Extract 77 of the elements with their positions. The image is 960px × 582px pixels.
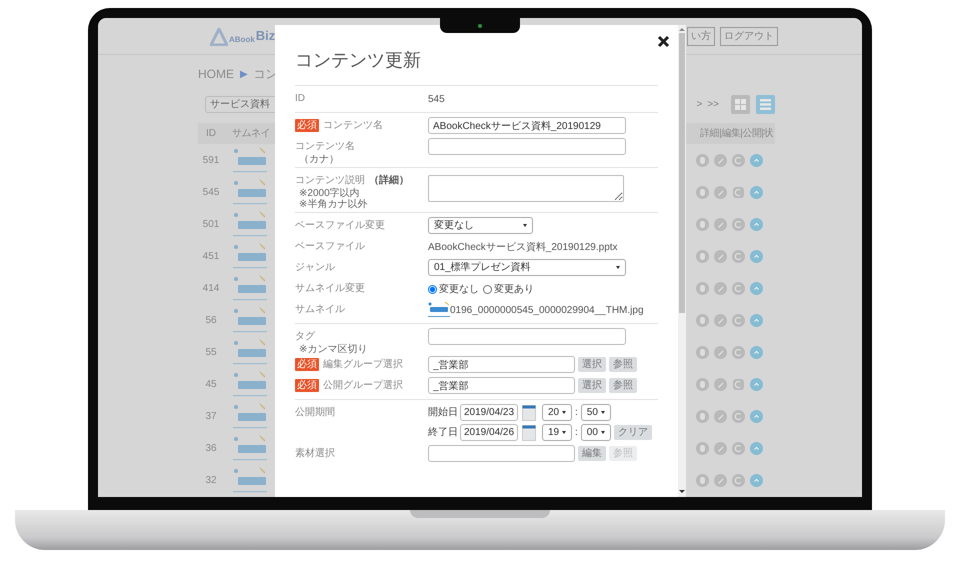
logo-text: Biz bbox=[256, 27, 276, 46]
time-separator: : bbox=[575, 406, 578, 420]
minute-select[interactable]: 00 bbox=[580, 424, 611, 441]
field-label: 公開期間 bbox=[295, 406, 335, 420]
header-button[interactable]: ログアウト bbox=[720, 26, 778, 46]
small-button[interactable]: 編集 bbox=[578, 446, 606, 461]
label-suffix: （詳細） bbox=[369, 174, 409, 188]
field-label: コンテンツ説明 bbox=[295, 174, 365, 188]
breadcrumb-separator: ▶ bbox=[240, 68, 248, 82]
field-label: 公開グループ選択 bbox=[323, 378, 403, 393]
pager-link[interactable]: > bbox=[696, 96, 702, 112]
radio-label: 変更なし bbox=[439, 282, 479, 297]
field-note: ※2000字以内 bbox=[298, 188, 361, 199]
date-label: 開始日 bbox=[428, 406, 458, 420]
field-note: ※カンマ区切り bbox=[298, 344, 368, 355]
clear-button[interactable]: クリア bbox=[614, 425, 652, 440]
select-value: 50 bbox=[586, 406, 598, 420]
time-separator: : bbox=[575, 426, 578, 440]
text-field[interactable]: _営業部 bbox=[428, 377, 575, 394]
column-header: 詳細|編集|公開|状 bbox=[700, 126, 773, 141]
column-header: ID bbox=[205, 127, 217, 141]
select-value: 20 bbox=[548, 406, 560, 420]
field-label: 編集グループ選択 bbox=[323, 358, 403, 372]
field-label: サムネイル変更 bbox=[295, 282, 365, 296]
field-value: 545 bbox=[428, 93, 446, 107]
small-button[interactable]: 参照 bbox=[609, 357, 637, 372]
id-cell-text: 36 bbox=[204, 442, 218, 456]
small-button[interactable]: 選択 bbox=[578, 378, 606, 393]
field-label: タグ bbox=[295, 330, 315, 344]
pager-link[interactable]: >> bbox=[707, 96, 719, 112]
date-field[interactable]: 2019/04/23 bbox=[460, 404, 518, 421]
date-field[interactable]: 2019/04/26 bbox=[460, 424, 518, 441]
required-badge: 必須 bbox=[295, 379, 319, 392]
id-cell-text: 55 bbox=[204, 346, 218, 360]
file-name: 0196_0000000545_0000029904__THM.jpg bbox=[450, 304, 644, 318]
select-field[interactable]: 01_標準プレゼン資料 bbox=[428, 259, 626, 276]
logo-mark: ABook bbox=[229, 34, 255, 46]
date-label: 終了日 bbox=[428, 426, 458, 440]
id-cell-text: 591 bbox=[202, 154, 220, 168]
field-label: ジャンル bbox=[295, 261, 335, 275]
select-field[interactable]: 変更なし bbox=[428, 217, 533, 234]
required-badge: 必須 bbox=[295, 119, 319, 132]
breadcrumb-link[interactable]: HOME bbox=[198, 65, 234, 83]
small-button[interactable]: 選択 bbox=[578, 357, 606, 372]
modal-title: コンテンツ更新 bbox=[295, 49, 422, 71]
id-cell-text: 501 bbox=[202, 218, 220, 232]
id-cell-text: 45 bbox=[204, 378, 218, 392]
select-value: 変更なし bbox=[434, 218, 474, 233]
small-button[interactable]: 参照 bbox=[609, 378, 637, 393]
id-cell-text: 56 bbox=[204, 314, 218, 328]
field-label: コンテンツ名 bbox=[323, 119, 383, 133]
field-label: ベースファイル変更 bbox=[295, 218, 385, 233]
field-note: （カナ） bbox=[298, 154, 340, 165]
field-note: ※半角カナ以外 bbox=[298, 199, 368, 210]
id-cell-text: 414 bbox=[202, 282, 220, 296]
text-field[interactable]: ABookCheckサービス資料_20190129 bbox=[428, 117, 626, 134]
hour-select[interactable]: 20 bbox=[542, 404, 572, 421]
id-cell-text: 545 bbox=[202, 186, 220, 200]
field-label: ID bbox=[295, 92, 305, 106]
field-value: ABookCheckサービス資料_20190129.pptx bbox=[428, 240, 619, 255]
id-cell-text: 32 bbox=[204, 474, 218, 488]
field-label: 素材選択 bbox=[295, 446, 335, 461]
id-cell-text: 37 bbox=[204, 410, 218, 424]
id-cell-text: 451 bbox=[202, 250, 220, 264]
hour-select[interactable]: 19 bbox=[542, 424, 572, 441]
radio-label: 変更あり bbox=[494, 282, 534, 297]
minute-select[interactable]: 50 bbox=[580, 404, 611, 421]
required-badge: 必須 bbox=[295, 358, 319, 371]
select-value: 01_標準プレゼン資料 bbox=[434, 260, 531, 275]
field-label: ベースファイル bbox=[295, 240, 365, 254]
field-label: コンテンツ名 bbox=[295, 140, 355, 154]
field-label: サムネイル bbox=[295, 303, 345, 317]
text-field[interactable]: _営業部 bbox=[428, 356, 575, 373]
select-value: 19 bbox=[548, 426, 560, 440]
header-button[interactable]: い方 bbox=[687, 26, 715, 46]
column-header: サムネイ bbox=[232, 127, 270, 141]
select-value: 00 bbox=[586, 426, 598, 440]
